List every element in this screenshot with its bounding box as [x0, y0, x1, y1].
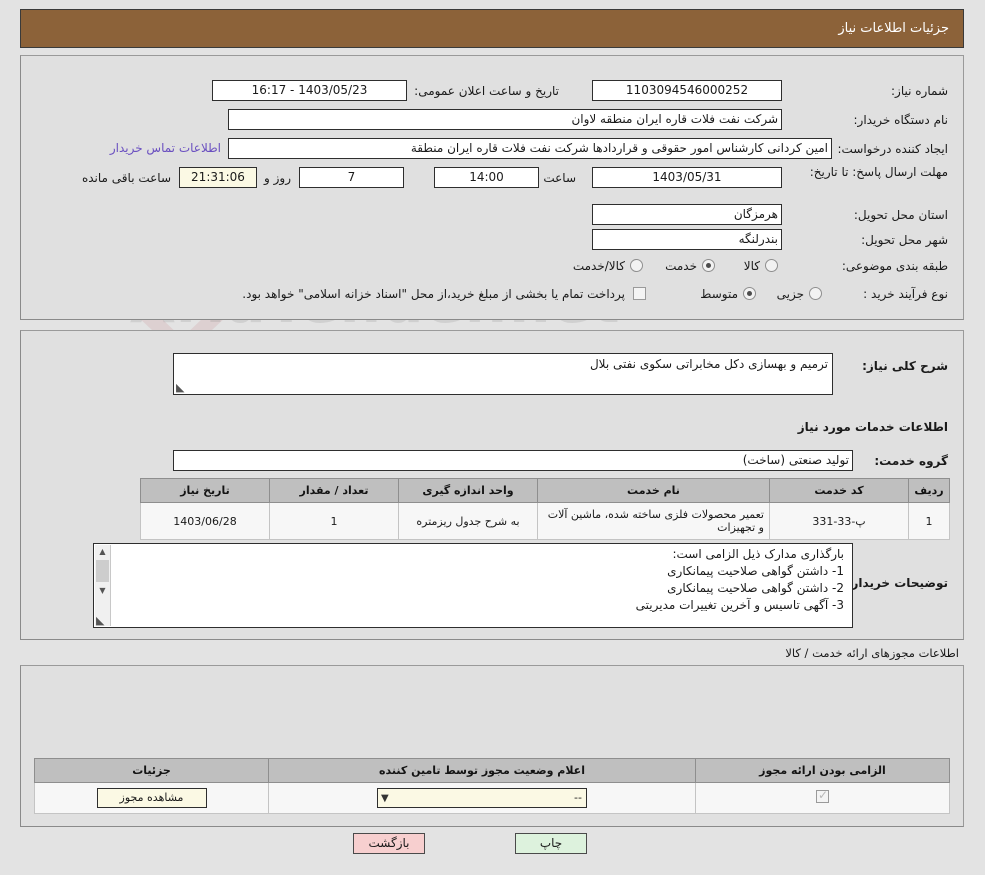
service-group-field[interactable]: تولید صنعتی (ساخت): [173, 450, 853, 471]
city-field[interactable]: بندرلنگه: [592, 229, 782, 250]
countdown-field: 21:31:06: [179, 167, 257, 188]
classification-option-khedmat[interactable]: خدمت: [665, 259, 697, 273]
services-cell-unit: به شرح جدول ریزمتره: [398, 502, 538, 540]
scroll-down-icon[interactable]: ▼: [95, 585, 110, 597]
services-cell-qty: 1: [269, 502, 399, 540]
view-license-button[interactable]: مشاهده مجوز: [96, 788, 207, 808]
services-col-row: ردیف: [908, 478, 950, 503]
buyer-org-field[interactable]: شرکت نفت فلات قاره ایران منطقه لاوان: [228, 109, 782, 130]
buyer-notes-textarea[interactable]: بارگذاری مدارک ذیل الزامی است: 1- داشتن …: [93, 543, 853, 628]
countdown-label: ساعت باقی مانده: [81, 171, 171, 185]
deadline-label: مهلت ارسال پاسخ: تا تاریخ:: [809, 165, 948, 179]
process-option-jozee[interactable]: جزیی: [777, 287, 804, 301]
classification-option-kala-khedmat[interactable]: کالا/خدمت: [573, 259, 625, 273]
classification-radio-kala-khedmat[interactable]: [630, 259, 643, 272]
table-row: ▼ -- مشاهده مجوز: [34, 782, 950, 814]
licenses-section-title: اطلاعات مجوزهای ارائه خدمت / کالا: [785, 646, 959, 660]
resize-grip-icon[interactable]: ◢: [96, 614, 106, 627]
remaining-days-field[interactable]: 7: [299, 167, 404, 188]
deadline-date-field[interactable]: 1403/05/31: [592, 167, 782, 188]
buyer-note-line-1: بارگذاری مدارک ذیل الزامی است:: [672, 547, 844, 561]
treasury-documents-note: پرداخت تمام یا بخشی از مبلغ خرید،از محل …: [242, 287, 625, 301]
back-button[interactable]: بازگشت: [353, 833, 425, 854]
process-radio-jozee[interactable]: [809, 287, 822, 300]
page-header: جزئیات اطلاعات نیاز: [20, 9, 964, 48]
need-number-field[interactable]: 1103094546000252: [592, 80, 782, 101]
classification-option-kala[interactable]: کالا: [744, 259, 760, 273]
buyer-note-line-3: 2- داشتن گواهی صلاحیت پیمانکاری: [667, 581, 844, 595]
creator-field[interactable]: امین کردانی کارشناس امور حقوقی و قرارداد…: [228, 138, 832, 159]
print-button[interactable]: چاپ: [515, 833, 587, 854]
services-cell-date: 1403/06/28: [140, 502, 270, 540]
services-col-qty: تعداد / مقدار: [269, 478, 399, 503]
province-label: استان محل تحویل:: [853, 208, 948, 222]
general-desc-textarea[interactable]: ترمیم و بهسازی دکل مخابراتی سکوی نفتی بل…: [173, 353, 833, 395]
need-summary-panel: شماره نیاز: 1103094546000252 تاریخ و ساع…: [20, 55, 964, 320]
remaining-days-label: روز و: [264, 171, 291, 185]
licenses-cell-details: مشاهده مجوز: [34, 782, 269, 814]
classification-radio-kala[interactable]: [765, 259, 778, 272]
province-field[interactable]: هرمزگان: [592, 204, 782, 225]
licenses-col-details: جزئیات: [34, 758, 269, 783]
deadline-hour-label: ساعت: [543, 171, 576, 185]
service-group-label: گروه خدمت:: [874, 454, 948, 468]
buyer-note-line-2: 1- داشتن گواهی صلاحیت پیمانکاری: [667, 564, 844, 578]
license-required-checkbox: [816, 788, 829, 803]
services-col-unit: واحد اندازه گیری: [398, 478, 538, 503]
services-cell-row: 1: [908, 502, 950, 540]
services-cell-name: تعمیر محصولات فلزی ساخته شده، ماشین آلات…: [537, 502, 770, 540]
process-radio-motavaset[interactable]: [743, 287, 756, 300]
services-col-name: نام خدمت: [537, 478, 770, 503]
buyer-note-line-4: 3- آگهی تاسیس و آخرین تغییرات مدیریتی: [635, 598, 844, 612]
buyer-notes-label: توضیحات خریدار:: [846, 576, 948, 590]
need-number-label: شماره نیاز:: [891, 84, 948, 98]
licenses-table: الزامی بودن ارائه مجوز اعلام وضعیت مجوز …: [34, 758, 950, 814]
services-col-date: تاریخ نیاز: [140, 478, 270, 503]
licenses-cell-required: [695, 782, 950, 814]
services-table: ردیف کد خدمت نام خدمت واحد اندازه گیری ت…: [140, 478, 950, 540]
license-status-select[interactable]: ▼ --: [377, 788, 587, 808]
classification-label: طبقه بندی موضوعی:: [841, 259, 948, 273]
licenses-cell-status: ▼ --: [268, 782, 696, 814]
services-cell-code: پ-33-331: [769, 502, 909, 540]
resize-grip-icon[interactable]: ◢: [176, 381, 186, 394]
city-label: شهر محل تحویل:: [861, 233, 948, 247]
licenses-table-header-row: الزامی بودن ارائه مجوز اعلام وضعیت مجوز …: [34, 758, 950, 783]
licenses-col-required: الزامی بودن ارائه مجوز: [695, 758, 950, 783]
announce-label: تاریخ و ساعت اعلان عمومی:: [414, 84, 559, 98]
process-label: نوع فرآیند خرید :: [863, 287, 948, 301]
general-desc-value: ترمیم و بهسازی دکل مخابراتی سکوی نفتی بل…: [589, 357, 828, 371]
services-info-title: اطلاعات خدمات مورد نیاز: [797, 420, 948, 434]
announce-date-field[interactable]: 1403/05/23 - 16:17: [212, 80, 407, 101]
services-col-code: کد خدمت: [769, 478, 909, 503]
process-option-motavaset[interactable]: متوسط: [700, 287, 738, 301]
chevron-down-icon: ▼: [381, 793, 389, 804]
licenses-col-status: اعلام وضعیت مجوز توسط تامین کننده: [268, 758, 696, 783]
deadline-hour-field[interactable]: 14:00: [434, 167, 539, 188]
license-status-value: --: [574, 791, 582, 804]
treasury-documents-checkbox[interactable]: [633, 287, 646, 300]
creator-label: ایجاد کننده درخواست:: [837, 142, 948, 156]
services-table-header-row: ردیف کد خدمت نام خدمت واحد اندازه گیری ت…: [140, 478, 950, 503]
buyer-contact-link[interactable]: اطلاعات تماس خریدار: [110, 141, 221, 155]
page-title: جزئیات اطلاعات نیاز: [838, 21, 949, 36]
scrollbar-thumb[interactable]: [96, 560, 109, 582]
classification-radio-khedmat[interactable]: [702, 259, 715, 272]
buyer-org-label: نام دستگاه خریدار:: [853, 113, 949, 127]
table-row: 1 پ-33-331 تعمیر محصولات فلزی ساخته شده،…: [140, 502, 950, 540]
scroll-up-icon[interactable]: ▲: [95, 546, 110, 558]
general-desc-label: شرح کلی نیاز:: [862, 359, 948, 373]
